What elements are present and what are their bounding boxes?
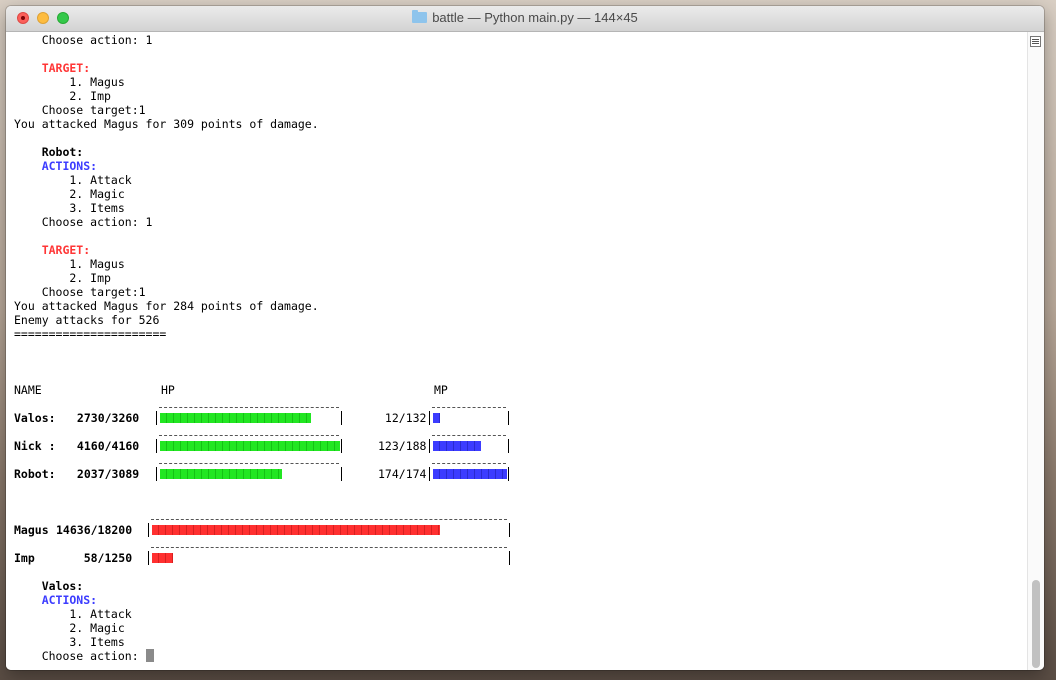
window-title-area: battle — Python main.py — 144×45 bbox=[6, 10, 1044, 25]
mp-bar-top bbox=[432, 463, 506, 464]
mp-bar-top bbox=[432, 407, 506, 408]
action-menu-item[interactable]: 1. Attack bbox=[14, 607, 131, 621]
log-line: Choose target:1 bbox=[14, 103, 146, 117]
log-line: You attacked Magus for 309 points of dam… bbox=[14, 117, 319, 131]
enemy-hp-bar bbox=[148, 523, 510, 537]
column-header-name: NAME bbox=[14, 383, 42, 397]
action-menu-item[interactable]: 2. Magic bbox=[14, 621, 124, 635]
mp-bar-fill bbox=[433, 469, 507, 479]
hp-bar-top bbox=[159, 407, 339, 408]
player-hp-value: 2730/3260 bbox=[70, 411, 140, 425]
enemy-hp-bar-top bbox=[151, 519, 507, 520]
enemy-hp-bar-fill bbox=[152, 553, 173, 563]
enemy-hp-bar-fill bbox=[152, 525, 440, 535]
log-line: Robot: bbox=[14, 145, 84, 159]
terminal-output[interactable]: Choose action: 1 TARGET: 1. Magus 2. Imp… bbox=[6, 32, 1028, 670]
log-line: Choose action: 1 bbox=[14, 33, 153, 47]
scrollbar[interactable] bbox=[1027, 32, 1044, 670]
mp-bar bbox=[429, 411, 509, 425]
prompt-player-name: Valos: bbox=[14, 579, 84, 593]
title-bar[interactable]: battle — Python main.py — 144×45 bbox=[6, 6, 1044, 32]
enemy-hp-bar bbox=[148, 551, 510, 565]
player-mp-value: 123/188 bbox=[378, 439, 427, 453]
log-line: 2. Imp bbox=[14, 89, 111, 103]
hp-bar-fill bbox=[160, 441, 340, 451]
log-line: Enemy attacks for 526 bbox=[14, 313, 160, 327]
log-line: 2. Imp bbox=[14, 271, 111, 285]
player-name: Robot: bbox=[14, 467, 56, 481]
log-line: 2. Magic bbox=[14, 187, 125, 201]
log-line: ACTIONS: bbox=[14, 159, 98, 173]
log-line: 1. Magus bbox=[14, 75, 125, 89]
player-name: Nick : bbox=[14, 439, 56, 453]
scroll-thumb[interactable] bbox=[1032, 580, 1040, 668]
hp-bar bbox=[156, 439, 342, 453]
enemy-hp-value: 14636/18200 bbox=[56, 523, 133, 537]
actions-label: ACTIONS: bbox=[14, 593, 98, 607]
enemy-name: Imp bbox=[14, 551, 35, 565]
log-line: 1. Attack bbox=[14, 173, 132, 187]
hp-bar bbox=[156, 467, 342, 481]
enemy-hp-value: 58/1250 bbox=[56, 551, 133, 565]
log-line: 1. Magus bbox=[14, 257, 125, 271]
list-icon[interactable] bbox=[1030, 36, 1041, 47]
log-line: 3. Items bbox=[14, 201, 125, 215]
hp-bar-fill bbox=[160, 413, 311, 423]
hp-bar-top bbox=[159, 463, 339, 464]
mp-bar-fill bbox=[433, 413, 440, 423]
mp-bar bbox=[429, 467, 509, 481]
mp-bar bbox=[429, 439, 509, 453]
column-header-hp: HP bbox=[161, 383, 175, 397]
player-hp-value: 4160/4160 bbox=[70, 439, 140, 453]
enemy-hp-bar-top bbox=[151, 547, 507, 548]
log-line: Choose action: 1 bbox=[14, 215, 153, 229]
column-header-mp: MP bbox=[434, 383, 448, 397]
log-line: TARGET: bbox=[14, 243, 91, 257]
terminal-window: battle — Python main.py — 144×45 Choose … bbox=[6, 6, 1044, 670]
log-line: ====================== bbox=[14, 327, 167, 341]
player-mp-value: 174/174 bbox=[378, 467, 427, 481]
hp-bar-fill bbox=[160, 469, 282, 479]
log-line: Choose target:1 bbox=[14, 285, 146, 299]
player-name: Valos: bbox=[14, 411, 56, 425]
log-line: You attacked Magus for 284 points of dam… bbox=[14, 299, 319, 313]
log-line: TARGET: bbox=[14, 61, 91, 75]
action-menu-item[interactable]: 3. Items bbox=[14, 635, 124, 649]
enemy-name: Magus bbox=[14, 523, 49, 537]
text-cursor[interactable] bbox=[145, 649, 154, 662]
window-title: battle — Python main.py — 144×45 bbox=[432, 10, 638, 25]
mp-bar-top bbox=[432, 435, 506, 436]
hp-bar-top bbox=[159, 435, 339, 436]
player-mp-value: 12/132 bbox=[378, 411, 427, 425]
player-hp-value: 2037/3089 bbox=[70, 467, 140, 481]
action-input-prompt[interactable]: Choose action: bbox=[14, 649, 154, 663]
mp-bar-fill bbox=[433, 441, 481, 451]
folder-icon bbox=[412, 10, 428, 23]
hp-bar bbox=[156, 411, 342, 425]
